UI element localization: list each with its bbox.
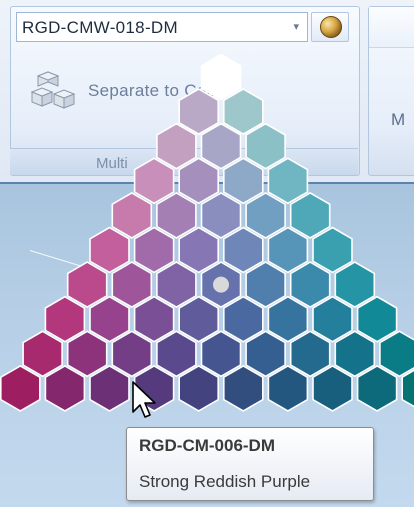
color-hex-r2-c1[interactable] bbox=[200, 122, 242, 170]
color-hex-r7-c7[interactable] bbox=[356, 295, 398, 343]
color-hex-r6-c1[interactable] bbox=[111, 261, 153, 309]
color-hex-r7-c5[interactable] bbox=[267, 295, 309, 343]
color-hex-r8-c1[interactable] bbox=[66, 330, 108, 378]
color-hex-r5-c0[interactable] bbox=[89, 226, 130, 274]
color-hex-r1-c1[interactable] bbox=[223, 88, 264, 136]
color-hex-r6-c6[interactable] bbox=[334, 261, 376, 309]
color-hex-r4-c3[interactable] bbox=[245, 191, 286, 239]
color-hex-r8-c3[interactable] bbox=[156, 330, 197, 378]
color-hex-r3-c3[interactable] bbox=[267, 157, 309, 205]
tooltip-color-name: Strong Reddish Purple bbox=[139, 472, 311, 491]
selected-color-marker bbox=[213, 276, 229, 293]
color-hex-r6-c5[interactable] bbox=[289, 261, 331, 309]
color-hex-r5-c2[interactable] bbox=[178, 226, 219, 274]
color-hex-r2-c0[interactable] bbox=[156, 122, 197, 170]
color-hex-r9-c6[interactable] bbox=[267, 364, 309, 412]
color-hex-r9-c8[interactable] bbox=[356, 364, 398, 412]
color-hex-r3-c2[interactable] bbox=[223, 157, 264, 205]
color-hex-r6-c2[interactable] bbox=[156, 261, 197, 309]
color-hex-r4-c1[interactable] bbox=[156, 191, 197, 239]
color-hex-r9-c4[interactable] bbox=[178, 364, 219, 412]
color-hex-r8-c6[interactable] bbox=[289, 330, 331, 378]
color-hex-r5-c3[interactable] bbox=[223, 226, 264, 274]
color-hex-r7-c1[interactable] bbox=[89, 295, 130, 343]
color-hex-r5-c5[interactable] bbox=[312, 226, 353, 274]
color-hex-r4-c0[interactable] bbox=[111, 191, 153, 239]
color-hex-r7-c4[interactable] bbox=[223, 295, 264, 343]
color-hex-r9-c0[interactable] bbox=[0, 364, 41, 412]
color-hex-r7-c0[interactable] bbox=[44, 295, 86, 343]
color-hex-r9-c1[interactable] bbox=[44, 364, 86, 412]
color-hex-r7-c6[interactable] bbox=[312, 295, 353, 343]
color-hex-r5-c1[interactable] bbox=[133, 226, 175, 274]
color-hex-r8-c5[interactable] bbox=[245, 330, 286, 378]
color-hex-r1-c0[interactable] bbox=[178, 88, 219, 136]
color-tooltip: RGD-CM-006-DM Strong Reddish Purple bbox=[126, 427, 374, 501]
mouse-pointer-icon bbox=[132, 381, 156, 418]
color-hex-r3-c1[interactable] bbox=[178, 157, 219, 205]
color-hex-r4-c4[interactable] bbox=[289, 191, 331, 239]
color-hex-r8-c0[interactable] bbox=[22, 330, 63, 378]
color-hex-r9-c7[interactable] bbox=[312, 364, 353, 412]
color-hex-r6-c0[interactable] bbox=[66, 261, 108, 309]
color-hex-r9-c5[interactable] bbox=[223, 364, 264, 412]
color-hex-r9-c2[interactable] bbox=[89, 364, 130, 412]
color-hex-r4-c2[interactable] bbox=[200, 191, 242, 239]
color-hex-r0-c0[interactable] bbox=[200, 53, 242, 101]
color-hex-r8-c7[interactable] bbox=[334, 330, 376, 378]
tooltip-color-code: RGD-CM-006-DM bbox=[139, 436, 275, 455]
color-hex-r8-c2[interactable] bbox=[111, 330, 153, 378]
color-hex-r6-c4[interactable] bbox=[245, 261, 286, 309]
color-hex-r7-c3[interactable] bbox=[178, 295, 219, 343]
color-hex-r3-c0[interactable] bbox=[133, 157, 175, 205]
color-hex-r5-c4[interactable] bbox=[267, 226, 309, 274]
color-hex-r8-c4[interactable] bbox=[200, 330, 242, 378]
color-hex-r2-c2[interactable] bbox=[245, 122, 286, 170]
color-hex-r7-c2[interactable] bbox=[133, 295, 175, 343]
